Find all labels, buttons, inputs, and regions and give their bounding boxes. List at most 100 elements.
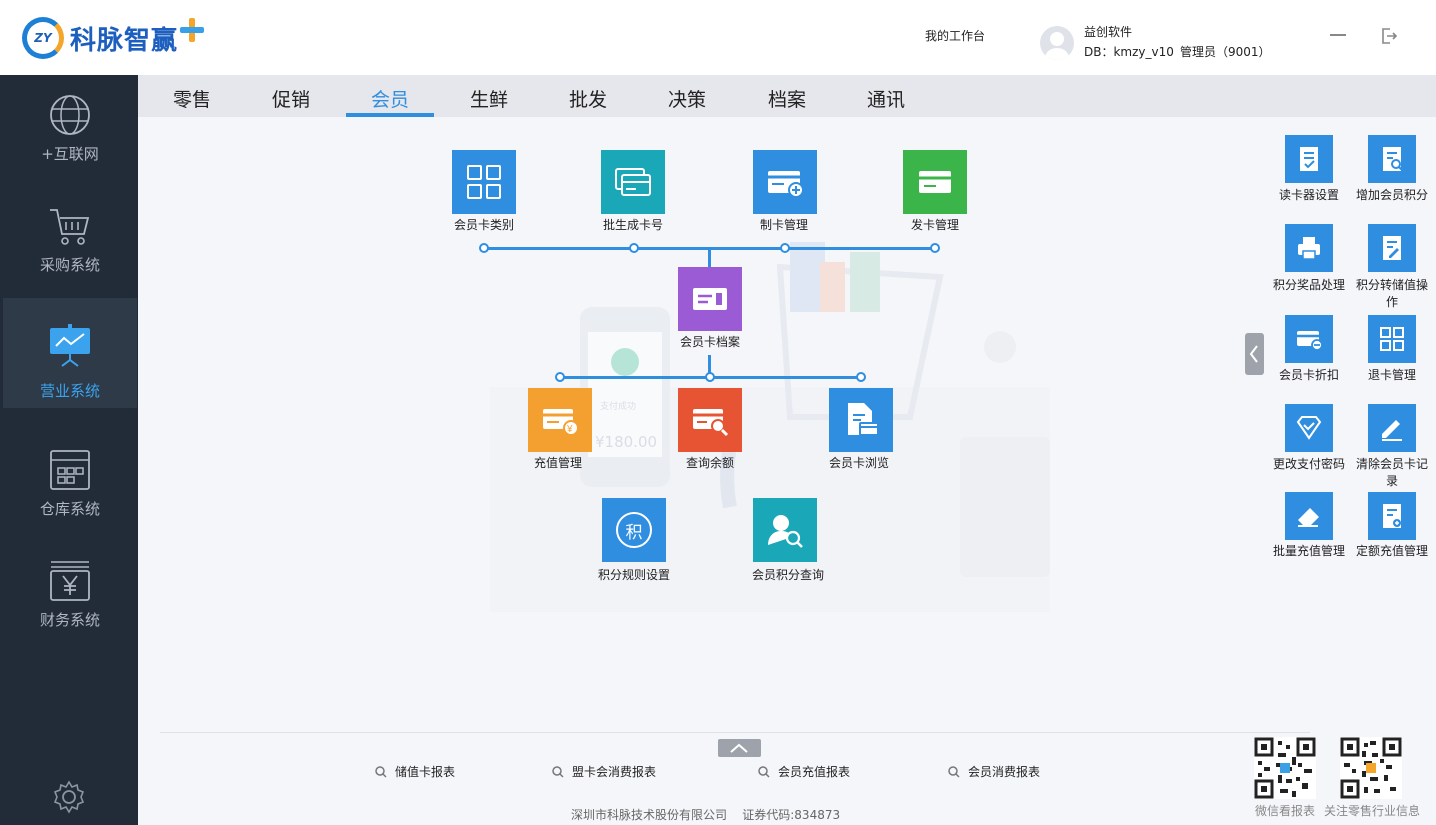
sidebar-item-finance[interactable]: 财务系统 bbox=[3, 551, 137, 661]
avatar[interactable] bbox=[1040, 26, 1074, 60]
sidebar: +互联网 采购系统 营业系统 仓库系统 财务系统 bbox=[0, 75, 138, 825]
sidebar-item-warehouse[interactable]: 仓库系统 bbox=[3, 440, 137, 550]
app-header: ZY 科脉智赢 我的工作台 益创软件 DB：kmzy_v10 管理员（9001） bbox=[0, 0, 1436, 75]
illustration-pay-text: 支付成功 bbox=[600, 400, 636, 412]
sidebar-item-business[interactable]: 营业系统 bbox=[3, 298, 137, 408]
card-archive-tile[interactable] bbox=[678, 267, 742, 331]
fixed-recharge-button[interactable] bbox=[1368, 492, 1416, 540]
card-return-label: 退卡管理 bbox=[1367, 368, 1416, 382]
change-password-button[interactable] bbox=[1285, 404, 1333, 452]
user-db: DB：kmzy_v10 bbox=[1084, 45, 1174, 59]
yen-icon bbox=[50, 561, 90, 601]
recharge-label: 充值管理 bbox=[533, 456, 582, 470]
report-link-alliance-consumption[interactable]: 盟卡会消费报表 bbox=[552, 763, 656, 780]
card-discount-button[interactable] bbox=[1285, 315, 1333, 363]
sidebar-item-internet[interactable]: +互联网 bbox=[3, 85, 137, 195]
issue-card-label: 发卡管理 bbox=[910, 218, 959, 232]
search-icon bbox=[375, 765, 387, 778]
cart-icon bbox=[50, 209, 90, 245]
eraser-icon bbox=[1298, 508, 1319, 527]
batch-recharge-button[interactable] bbox=[1285, 492, 1333, 540]
flow-node bbox=[555, 372, 565, 382]
gear-icon[interactable] bbox=[52, 780, 86, 814]
balance-label: 查询余额 bbox=[685, 456, 734, 470]
sidebar-item-label: +互联网 bbox=[41, 145, 99, 163]
make-card-tile[interactable] bbox=[753, 150, 817, 214]
sidebar-item-label: 仓库系统 bbox=[39, 500, 100, 518]
logout-icon[interactable] bbox=[1380, 27, 1398, 45]
tab-decision[interactable]: 决策 bbox=[643, 85, 731, 112]
tab-member[interactable]: 会员 bbox=[346, 85, 434, 112]
sidebar-item-label: 财务系统 bbox=[39, 611, 100, 629]
batch-recharge-label: 批量充值管理 bbox=[1272, 544, 1345, 558]
logo-badge: ZY bbox=[22, 17, 64, 59]
printer-icon bbox=[1298, 237, 1320, 260]
prize-handling-button[interactable] bbox=[1285, 224, 1333, 272]
card-browse-tile[interactable] bbox=[829, 388, 893, 452]
card-browse-label: 会员卡浏览 bbox=[828, 456, 889, 470]
card-icon bbox=[919, 171, 951, 193]
report-link-member-recharge[interactable]: 会员充值报表 bbox=[758, 763, 850, 780]
points-query-label: 会员积分查询 bbox=[751, 568, 824, 582]
batch-card-label: 批生成卡号 bbox=[602, 218, 663, 232]
footer-company: 深圳市科脉技术股份有限公司 证券代码:834873 bbox=[571, 808, 841, 822]
grid-icon bbox=[467, 165, 501, 199]
flow-connector bbox=[708, 249, 711, 267]
globe-icon bbox=[50, 95, 90, 135]
qr-code-icon[interactable] bbox=[1340, 737, 1402, 799]
flow-node bbox=[479, 243, 489, 253]
report-link-member-consumption[interactable]: 会员消费报表 bbox=[948, 763, 1040, 780]
diamond-check-icon bbox=[1296, 416, 1322, 440]
recharge-tile[interactable]: ¥ bbox=[528, 388, 592, 452]
change-password-label: 更改支付密码 bbox=[1272, 457, 1345, 471]
workbench-link[interactable]: 我的工作台 bbox=[925, 27, 985, 44]
qr-code-icon[interactable] bbox=[1254, 737, 1316, 799]
tab-communication[interactable]: 通讯 bbox=[842, 85, 930, 112]
report-label: 会员充值报表 bbox=[778, 765, 851, 779]
add-points-button[interactable] bbox=[1368, 135, 1416, 183]
grid-icon bbox=[1380, 327, 1404, 351]
clear-records-button[interactable] bbox=[1368, 404, 1416, 452]
doc-card-icon bbox=[848, 403, 879, 436]
logo-text: 科脉智赢 bbox=[70, 25, 179, 56]
card-plus-icon bbox=[768, 171, 804, 198]
flow-node bbox=[780, 243, 790, 253]
points-query-tile[interactable] bbox=[753, 498, 817, 562]
minimize-icon[interactable] bbox=[1330, 34, 1346, 36]
reader-settings-label: 读卡器设置 bbox=[1278, 188, 1339, 202]
flow-node bbox=[856, 372, 866, 382]
doc-plus-icon bbox=[1383, 504, 1401, 528]
collapse-panel-handle[interactable] bbox=[1245, 333, 1264, 375]
batch-card-tile[interactable] bbox=[601, 150, 665, 214]
balance-tile[interactable] bbox=[678, 388, 742, 452]
card-search-icon bbox=[693, 409, 729, 437]
report-label: 会员消费报表 bbox=[968, 765, 1041, 779]
card-yen-icon: ¥ bbox=[543, 409, 579, 436]
tab-fresh[interactable]: 生鲜 bbox=[445, 85, 533, 112]
tab-archive[interactable]: 档案 bbox=[743, 85, 831, 112]
report-link-stored-card[interactable]: 储值卡报表 bbox=[375, 763, 455, 780]
presentation-icon bbox=[50, 324, 90, 367]
cards-icon bbox=[615, 168, 651, 196]
tab-retail[interactable]: 零售 bbox=[148, 85, 236, 112]
flow-node bbox=[629, 243, 639, 253]
points-rule-tile[interactable]: 积 bbox=[602, 498, 666, 562]
reader-settings-button[interactable] bbox=[1285, 135, 1333, 183]
clear-records-label: 清除会员卡记录 bbox=[1355, 457, 1428, 488]
card-id-icon bbox=[693, 288, 727, 310]
tab-wholesale[interactable]: 批发 bbox=[544, 85, 632, 112]
user-search-icon bbox=[768, 515, 803, 548]
flow-node bbox=[930, 243, 940, 253]
card-return-button[interactable] bbox=[1368, 315, 1416, 363]
points-to-balance-button[interactable] bbox=[1368, 224, 1416, 272]
issue-card-tile[interactable] bbox=[903, 150, 967, 214]
doc-search-icon bbox=[1383, 147, 1404, 172]
report-label: 盟卡会消费报表 bbox=[572, 765, 657, 779]
expand-reports-handle[interactable] bbox=[718, 739, 761, 757]
chevron-left-icon bbox=[1249, 345, 1258, 363]
card-type-tile[interactable] bbox=[452, 150, 516, 214]
points-glyph-icon: 积 bbox=[616, 512, 652, 548]
tab-promotion[interactable]: 促销 bbox=[247, 85, 335, 112]
bottom-divider bbox=[160, 732, 1310, 733]
sidebar-item-purchase[interactable]: 采购系统 bbox=[3, 196, 137, 306]
